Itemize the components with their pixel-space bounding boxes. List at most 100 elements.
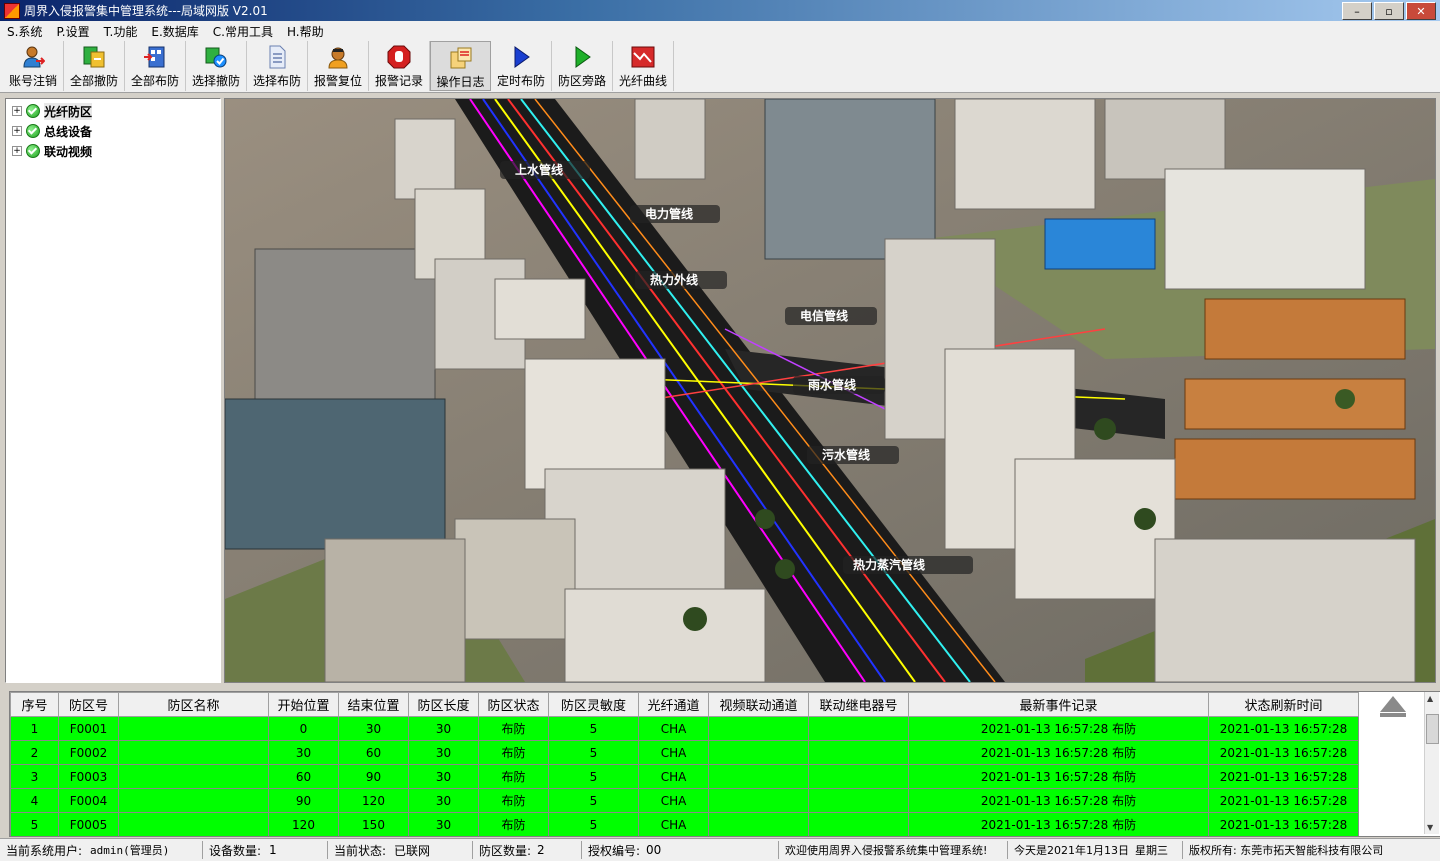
table-cell: 5 bbox=[548, 764, 639, 789]
status-user-value: admin(管理员) bbox=[90, 844, 170, 857]
scroll-top-icon[interactable] bbox=[1380, 696, 1406, 712]
table-cell: 布防 bbox=[478, 740, 549, 765]
table-cell: 2 bbox=[10, 740, 59, 765]
table-cell: CHA bbox=[638, 716, 709, 741]
arm-all-icon bbox=[144, 46, 165, 68]
alarm-record-button[interactable]: 报警记录 bbox=[369, 41, 430, 91]
expand-icon[interactable]: + bbox=[12, 146, 22, 156]
table-cell: 30 bbox=[408, 716, 479, 741]
col-header[interactable]: 光纤通道 bbox=[638, 692, 709, 717]
menu-function[interactable]: T.功能 bbox=[97, 23, 145, 40]
window-title: 周界入侵报警集中管理系统---局域网版 V2.01 bbox=[24, 4, 268, 18]
col-header[interactable]: 状态刷新时间 bbox=[1208, 692, 1359, 717]
table-cell bbox=[808, 812, 909, 836]
map-label-telecom: 电信管线 bbox=[800, 308, 848, 323]
status-state-value: 已联网 bbox=[394, 843, 431, 858]
table-cell: F0002 bbox=[58, 740, 119, 765]
table-cell: 5 bbox=[548, 716, 639, 741]
status-devices: 设备数量: 1 bbox=[203, 841, 328, 859]
col-header[interactable]: 防区状态 bbox=[478, 692, 549, 717]
col-header[interactable]: 序号 bbox=[10, 692, 59, 717]
table-cell: 2021-01-13 16:57:28 布防 bbox=[908, 812, 1209, 836]
zone-bypass-label: 防区旁路 bbox=[557, 74, 606, 88]
table-cell bbox=[118, 788, 269, 813]
table-cell: 90 bbox=[268, 788, 339, 813]
toolbar: 账号注销 全部撤防 全部布防 选择撤防 选择布防 报警复位 报警记录 操作日志 … bbox=[0, 41, 1440, 93]
col-header[interactable]: 视频联动通道 bbox=[708, 692, 809, 717]
disarm-all-button[interactable]: 全部撤防 bbox=[64, 41, 125, 91]
map-view[interactable]: 上水管线 电力管线 热力外线 电信管线 雨水管线 污水管线 热力蒸汽管线 bbox=[224, 98, 1436, 683]
table-row[interactable]: 4 F0004 90 120 30 布防 5 CHA 2021-01-13 16:57:28 布… bbox=[10, 788, 1359, 813]
window-controls: – ▫ ✕ bbox=[1342, 2, 1436, 20]
col-header[interactable]: 开始位置 bbox=[268, 692, 339, 717]
table-cell: 布防 bbox=[478, 812, 549, 836]
menu-tools[interactable]: C.常用工具 bbox=[206, 23, 280, 40]
col-header[interactable]: 联动继电器号 bbox=[808, 692, 909, 717]
col-header[interactable]: 防区长度 bbox=[408, 692, 479, 717]
timed-arm-button[interactable]: 定时布防 bbox=[491, 41, 552, 91]
minimize-button[interactable]: – bbox=[1342, 2, 1372, 20]
close-button[interactable]: ✕ bbox=[1406, 2, 1436, 20]
table-cell: 0 bbox=[268, 716, 339, 741]
table-cell: 120 bbox=[268, 812, 339, 836]
menu-settings[interactable]: P.设置 bbox=[49, 23, 96, 40]
tree-item-linked-video[interactable]: + 联动视频 bbox=[12, 142, 92, 160]
disarm-all-icon bbox=[83, 46, 105, 68]
scroll-down-icon[interactable]: ▼ bbox=[1427, 823, 1433, 832]
status-user: 当前系统用户: admin(管理员) bbox=[0, 841, 203, 859]
select-arm-button[interactable]: 选择布防 bbox=[247, 41, 308, 91]
col-header[interactable]: 防区灵敏度 bbox=[548, 692, 639, 717]
zone-bypass-icon bbox=[575, 46, 591, 68]
table-cell bbox=[808, 740, 909, 765]
menu-bar: S.系统 P.设置 T.功能 E.数据库 C.常用工具 H.帮助 bbox=[0, 21, 1440, 41]
table-cell: 60 bbox=[338, 740, 409, 765]
status-auth-value: 00 bbox=[646, 843, 662, 857]
fiber-curve-label: 光纤曲线 bbox=[618, 74, 667, 88]
tree-item-bus-device[interactable]: + 总线设备 bbox=[12, 122, 92, 140]
table-row[interactable]: 3 F0003 60 90 30 布防 5 CHA 2021-01-13 16:57:28 布防… bbox=[10, 764, 1359, 789]
zone-table: 序号 防区号 防区名称 开始位置 结束位置 防区长度 防区状态 防区灵敏度 光纤… bbox=[10, 692, 1359, 836]
fiber-curve-button[interactable]: 光纤曲线 bbox=[613, 41, 674, 91]
alarm-record-icon bbox=[387, 45, 411, 69]
table-cell bbox=[708, 812, 809, 836]
table-row[interactable]: 5 F0005 120 150 30 布防 5 CHA 2021-01-13 16:57:28 … bbox=[10, 812, 1359, 836]
col-header[interactable]: 最新事件记录 bbox=[908, 692, 1209, 717]
table-cell: 30 bbox=[408, 812, 479, 836]
scroll-up-icon[interactable]: ▲ bbox=[1427, 694, 1433, 703]
logout-label: 账号注销 bbox=[8, 74, 57, 88]
zone-bypass-button[interactable]: 防区旁路 bbox=[552, 41, 613, 91]
operation-log-button[interactable]: 操作日志 bbox=[430, 41, 491, 91]
tree-item-fiber-zone[interactable]: + 光纤防区 bbox=[12, 102, 93, 120]
table-cell: 布防 bbox=[478, 788, 549, 813]
table-cell bbox=[118, 812, 269, 836]
select-disarm-button[interactable]: 选择撤防 bbox=[186, 41, 247, 91]
check-icon bbox=[26, 144, 40, 158]
logout-button[interactable]: 账号注销 bbox=[3, 41, 64, 91]
table-cell: CHA bbox=[638, 740, 709, 765]
menu-system[interactable]: S.系统 bbox=[0, 23, 49, 40]
menu-database[interactable]: E.数据库 bbox=[144, 23, 205, 40]
table-cell: 120 bbox=[338, 788, 409, 813]
table-row[interactable]: 1 F0001 0 30 30 布防 5 CHA 2021-01-13 16:57:28 布防 2… bbox=[10, 716, 1359, 741]
col-header[interactable]: 防区名称 bbox=[118, 692, 269, 717]
table-cell: 30 bbox=[408, 788, 479, 813]
menu-help[interactable]: H.帮助 bbox=[280, 23, 331, 40]
alarm-record-label: 报警记录 bbox=[374, 74, 423, 88]
vertical-scrollbar[interactable]: ▲ ▼ bbox=[1424, 692, 1439, 834]
table-row[interactable]: 2 F0002 30 60 30 布防 5 CHA 2021-01-13 16:57:28 布防… bbox=[10, 740, 1359, 765]
expand-icon[interactable]: + bbox=[12, 126, 22, 136]
check-icon bbox=[26, 104, 40, 118]
table-cell bbox=[118, 764, 269, 789]
table-cell: 150 bbox=[338, 812, 409, 836]
arm-all-button[interactable]: 全部布防 bbox=[125, 41, 186, 91]
table-cell: 2021-01-13 16:57:28 bbox=[1208, 740, 1359, 765]
maximize-button[interactable]: ▫ bbox=[1374, 2, 1404, 20]
scrollbar-thumb[interactable] bbox=[1426, 714, 1439, 744]
col-header[interactable]: 防区号 bbox=[58, 692, 119, 717]
alarm-reset-button[interactable]: 报警复位 bbox=[308, 41, 369, 91]
expand-icon[interactable]: + bbox=[12, 106, 22, 116]
map-label-water-supply: 上水管线 bbox=[515, 162, 563, 177]
status-state: 当前状态: 已联网 bbox=[328, 841, 473, 859]
operation-log-icon bbox=[450, 47, 471, 69]
col-header[interactable]: 结束位置 bbox=[338, 692, 409, 717]
